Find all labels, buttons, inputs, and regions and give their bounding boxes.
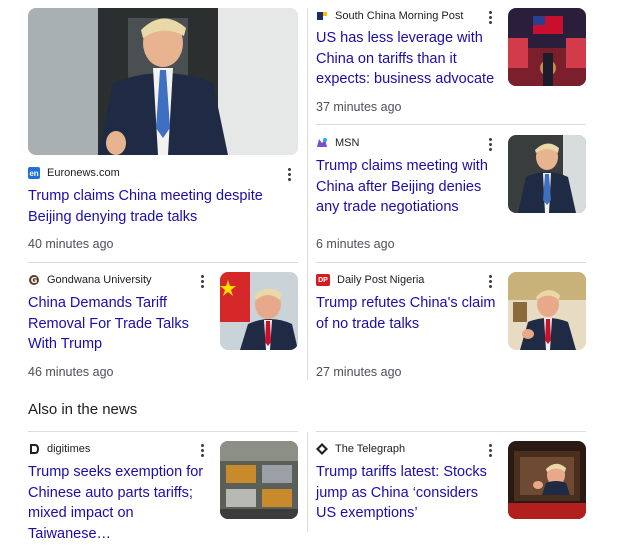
source-name: MSN	[335, 137, 360, 149]
source-euronews[interactable]: en Euronews.com	[28, 165, 120, 181]
trump-china-photo	[220, 272, 298, 350]
trump-photo	[508, 135, 586, 213]
divider	[316, 262, 586, 263]
column-divider	[307, 432, 308, 532]
timestamp: 27 minutes ago	[316, 365, 402, 379]
section-heading: Also in the news	[28, 401, 138, 418]
source-name: Gondwana University	[47, 274, 152, 286]
more-options-icon[interactable]	[489, 138, 493, 154]
timestamp: 6 minutes ago	[316, 237, 395, 251]
article-image-digitimes[interactable]	[220, 441, 298, 519]
msn-icon	[316, 137, 328, 149]
more-options-icon[interactable]	[489, 11, 493, 27]
trump-oval-office-photo	[508, 272, 586, 350]
more-options-icon[interactable]	[288, 168, 292, 184]
divider	[316, 431, 586, 432]
headline-digitimes[interactable]: Trump seeks exemption for Chinese auto p…	[28, 462, 216, 544]
article-image-scmp[interactable]	[508, 8, 586, 86]
headline-scmp[interactable]: US has less leverage with China on tarif…	[316, 28, 496, 90]
source-telegraph[interactable]: The Telegraph	[316, 441, 405, 457]
source-name: South China Morning Post	[335, 10, 464, 22]
headline-gondwana[interactable]: China Demands Tariff Removal For Trade T…	[28, 293, 208, 355]
telegraph-icon	[316, 443, 328, 455]
more-options-icon[interactable]	[489, 275, 493, 291]
factory-photo	[220, 441, 298, 519]
source-gondwana[interactable]: G Gondwana University	[28, 272, 152, 288]
source-digitimes[interactable]: digitimes	[28, 441, 90, 457]
digitimes-icon	[28, 443, 40, 455]
article-image-msn[interactable]	[508, 135, 586, 213]
article-image-gondwana[interactable]	[220, 272, 298, 350]
timestamp: 37 minutes ago	[316, 100, 402, 114]
source-name: The Telegraph	[335, 443, 406, 455]
timestamp: 40 minutes ago	[28, 237, 114, 251]
source-msn[interactable]: MSN	[316, 135, 359, 151]
headline-telegraph[interactable]: Trump tariffs latest: Stocks jump as Chi…	[316, 462, 501, 524]
euronews-icon: en	[28, 167, 40, 179]
flags-photo	[508, 8, 586, 86]
article-image-dailypost[interactable]	[508, 272, 586, 350]
trump-photo	[28, 8, 298, 155]
source-name: Daily Post Nigeria	[337, 274, 425, 286]
source-name: Euronews.com	[47, 167, 120, 179]
more-options-icon[interactable]	[489, 444, 493, 460]
article-image-telegraph[interactable]	[508, 441, 586, 519]
divider	[316, 124, 586, 125]
more-options-icon[interactable]	[201, 444, 205, 460]
column-divider	[307, 8, 308, 380]
source-name: digitimes	[47, 443, 91, 455]
divider	[28, 262, 298, 263]
article-image-euronews[interactable]	[28, 8, 298, 155]
trump-car-photo	[508, 441, 586, 519]
source-scmp[interactable]: South China Morning Post	[316, 8, 463, 24]
timestamp: 46 minutes ago	[28, 365, 114, 379]
headline-msn[interactable]: Trump claims meeting with China after Be…	[316, 156, 501, 218]
svg-text:G: G	[31, 276, 38, 285]
divider	[28, 431, 298, 432]
gondwana-icon: G	[28, 274, 40, 286]
source-dailypost[interactable]: DP Daily Post Nigeria	[316, 272, 424, 288]
headline-euronews[interactable]: Trump claims China meeting despite Beiji…	[28, 186, 303, 227]
headline-dailypost[interactable]: Trump refutes China's claim of no trade …	[316, 293, 501, 334]
scmp-icon	[316, 10, 328, 22]
more-options-icon[interactable]	[201, 275, 205, 291]
dailypost-icon: DP	[316, 274, 330, 286]
